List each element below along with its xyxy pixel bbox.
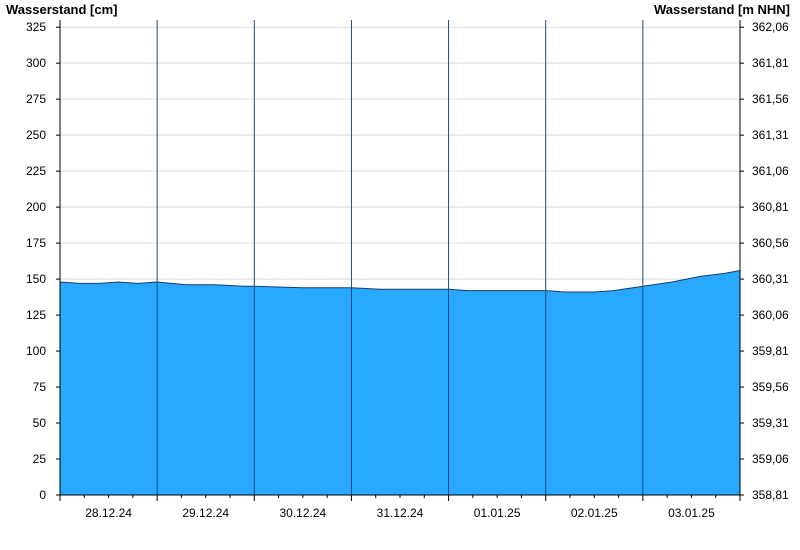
x-tick-label: 02.01.25 xyxy=(571,506,618,520)
right-tick-label: 362,06 xyxy=(752,20,789,34)
left-tick-label: 300 xyxy=(26,56,46,70)
x-tick-label: 30.12.24 xyxy=(279,506,326,520)
right-tick-label: 361,81 xyxy=(752,56,789,70)
left-tick-label: 125 xyxy=(26,308,46,322)
left-tick-label: 325 xyxy=(26,20,46,34)
left-tick-label: 175 xyxy=(26,236,46,250)
right-tick-label: 361,06 xyxy=(752,164,789,178)
left-tick-label: 25 xyxy=(33,452,47,466)
x-tick-label: 03.01.25 xyxy=(668,506,715,520)
x-tick-label: 31.12.24 xyxy=(377,506,424,520)
left-tick-label: 225 xyxy=(26,164,46,178)
right-tick-label: 360,56 xyxy=(752,236,789,250)
water-level-fill xyxy=(60,270,740,495)
right-tick-label: 361,31 xyxy=(752,128,789,142)
right-tick-label: 359,31 xyxy=(752,416,789,430)
right-tick-label: 358,81 xyxy=(752,488,789,502)
right-tick-label: 360,81 xyxy=(752,200,789,214)
left-axis-title: Wasserstand [cm] xyxy=(6,2,118,17)
left-tick-label: 200 xyxy=(26,200,46,214)
right-tick-label: 360,31 xyxy=(752,272,789,286)
right-axis-title: Wasserstand [m NHN] xyxy=(654,2,790,17)
left-tick-label: 250 xyxy=(26,128,46,142)
left-tick-label: 75 xyxy=(33,380,47,394)
left-tick-label: 0 xyxy=(39,488,46,502)
x-tick-label: 28.12.24 xyxy=(85,506,132,520)
water-level-chart: Wasserstand [cm] Wasserstand [m NHN] 0 35… xyxy=(6,2,790,520)
right-tick-label: 359,56 xyxy=(752,380,789,394)
x-tick-label: 01.01.25 xyxy=(474,506,521,520)
right-tick-label: 360,06 xyxy=(752,308,789,322)
left-tick-label: 275 xyxy=(26,92,46,106)
right-tick-label: 359,81 xyxy=(752,344,789,358)
right-tick-label: 359,06 xyxy=(752,452,789,466)
water-level-area xyxy=(59,20,741,495)
left-tick-label: 100 xyxy=(26,344,46,358)
left-tick-label: 150 xyxy=(26,272,46,286)
left-tick-label: 50 xyxy=(33,416,47,430)
x-tick-label: 29.12.24 xyxy=(182,506,229,520)
right-tick-label: 361,56 xyxy=(752,92,789,106)
